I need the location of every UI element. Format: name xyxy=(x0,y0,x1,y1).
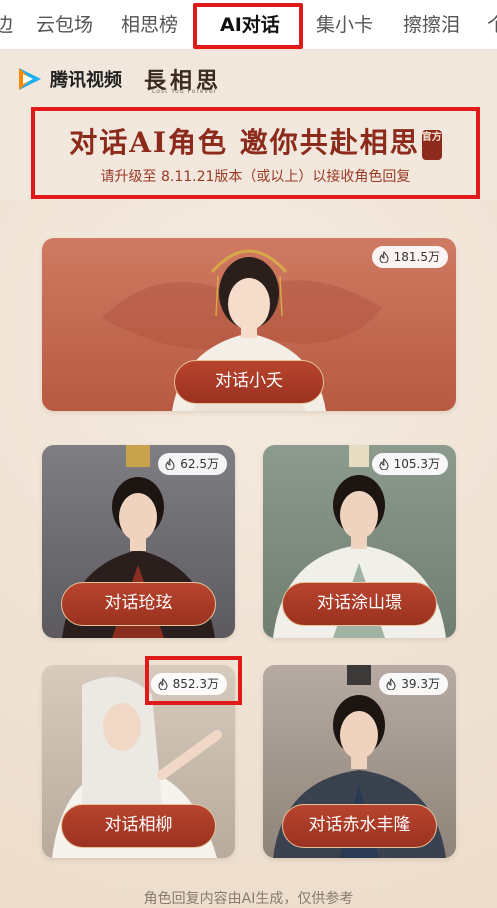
heat-badge: 105.3万 xyxy=(371,453,448,475)
tencent-video-play-icon xyxy=(14,64,44,94)
chat-button-cangxuan[interactable]: 对话玱玹 xyxy=(61,582,216,626)
tab-partial-right[interactable]: 个 xyxy=(487,8,497,42)
tab-partial-left[interactable]: 边 xyxy=(0,8,13,42)
headline-text: 对话AI角色 邀你共赴相思 xyxy=(69,126,420,159)
heat-value: 181.5万 xyxy=(393,250,440,264)
headline-banner: 对话AI角色 邀你共赴相思 官方 请升级至 8.11.21版本（或以上）以接收角色… xyxy=(31,107,480,199)
flame-icon xyxy=(386,678,396,690)
heat-value: 62.5万 xyxy=(180,457,219,471)
tab-cacalei[interactable]: 擦擦泪 xyxy=(403,8,460,42)
ai-disclaimer: 角色回复内容由AI生成，仅供参考 xyxy=(143,891,354,907)
flame-icon xyxy=(165,458,175,470)
heat-badge: 181.5万 xyxy=(371,246,448,268)
brand-row: 腾讯视频 長相思 Lost You Forever xyxy=(14,62,222,96)
tab-ai-chat[interactable]: AI对话 xyxy=(220,8,280,42)
flame-icon xyxy=(158,678,168,690)
chat-button-chishuifenglong[interactable]: 对话赤水丰隆 xyxy=(282,804,437,848)
headline-title: 对话AI角色 邀你共赴相思 官方 xyxy=(35,121,476,161)
flame-icon xyxy=(379,458,389,470)
chat-button-xiangliu[interactable]: 对话相柳 xyxy=(61,804,216,848)
heat-value: 105.3万 xyxy=(393,457,440,471)
top-tab-bar: 边 云包场 相思榜 AI对话 集小卡 擦擦泪 个 xyxy=(0,0,497,50)
brand-name: 腾讯视频 xyxy=(50,70,122,91)
chat-button-tushanjing[interactable]: 对话涂山璟 xyxy=(282,582,437,626)
flame-icon xyxy=(379,251,389,263)
drama-logo-subtitle: Lost You Forever xyxy=(152,88,218,95)
tab-yunbaochang[interactable]: 云包场 xyxy=(36,8,93,42)
tab-xiangsibang[interactable]: 相思榜 xyxy=(121,8,178,42)
official-seal: 官方 xyxy=(421,129,442,160)
heat-value: 852.3万 xyxy=(172,677,219,691)
heat-value: 39.3万 xyxy=(401,677,440,691)
version-note: 请升级至 8.11.21版本（或以上）以接收角色回复 xyxy=(100,169,411,185)
heat-badge: 39.3万 xyxy=(379,673,448,695)
chat-button-xiaoyao[interactable]: 对话小夭 xyxy=(174,360,324,404)
tab-jixiaoka[interactable]: 集小卡 xyxy=(316,8,373,42)
heat-badge: 852.3万 xyxy=(150,673,227,695)
heat-badge: 62.5万 xyxy=(158,453,227,475)
